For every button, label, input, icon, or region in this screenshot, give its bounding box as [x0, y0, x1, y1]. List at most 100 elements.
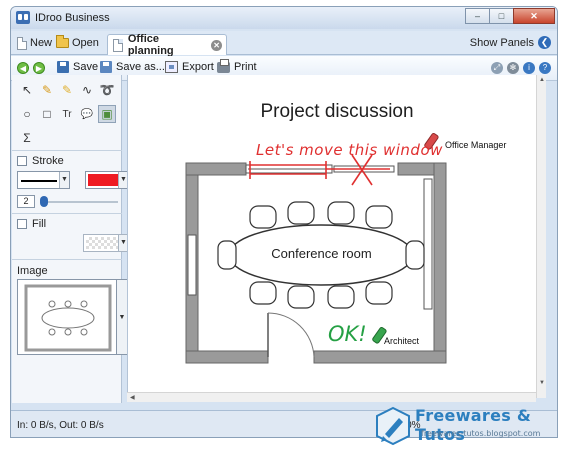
divider — [12, 259, 122, 260]
horizontal-scrollbar[interactable]: ◀ — [127, 392, 536, 402]
printer-icon — [217, 58, 230, 73]
floor-plan-drawing — [185, 133, 447, 364]
tab-office-planning[interactable]: Office planning ✕ — [107, 33, 227, 57]
print-button[interactable]: Print — [217, 58, 257, 73]
close-button[interactable]: ✕ — [513, 8, 555, 24]
divider — [12, 213, 122, 214]
fullscreen-icon[interactable]: ⤢ — [491, 62, 503, 74]
info-icon[interactable]: i — [523, 62, 535, 74]
stroke-color-select[interactable]: ▼ — [85, 171, 129, 189]
highlighter-tool-icon[interactable]: ✎ — [58, 81, 76, 99]
open-button[interactable]: Open — [56, 35, 99, 51]
folder-icon — [56, 35, 69, 48]
line-style-select[interactable]: ▼ — [17, 171, 70, 189]
chair — [287, 285, 315, 309]
green-note: OK! — [328, 322, 367, 346]
show-panels-label: Show Panels — [469, 36, 534, 49]
print-label: Print — [234, 61, 257, 73]
forward-icon[interactable]: ▶ — [33, 62, 45, 74]
save-as-button[interactable]: Save as... — [100, 61, 165, 73]
scroll-down-icon[interactable]: ▼ — [537, 380, 547, 386]
window-title: IDroo Business — [35, 12, 110, 24]
spiral-tool-icon[interactable]: ➰ — [98, 81, 116, 99]
pencil-tool-icon[interactable]: ✎ — [38, 81, 56, 99]
chair — [365, 281, 393, 305]
save-as-label: Save as... — [116, 61, 165, 73]
fill-color-select[interactable]: ▼ — [83, 234, 129, 252]
new-label: New — [30, 37, 53, 49]
document-icon — [113, 38, 123, 52]
divider — [12, 150, 122, 151]
window-controls: – □ ✕ — [465, 8, 555, 24]
chair — [327, 201, 355, 225]
office-manager-tag: Office Manager — [445, 140, 507, 150]
stroke-toggle[interactable]: Stroke — [17, 155, 64, 167]
tab-close-icon[interactable]: ✕ — [211, 39, 222, 51]
callout-tool-icon[interactable]: 💬 — [78, 105, 96, 123]
image-tool-icon[interactable]: ▣ — [98, 105, 116, 123]
new-button[interactable]: New — [17, 35, 52, 51]
save-button[interactable]: Save — [57, 61, 98, 73]
export-button[interactable]: Export — [165, 61, 214, 73]
watermark: Freewares & Tutos freewares-tutos.blogsp… — [373, 404, 573, 448]
fill-checkbox[interactable] — [17, 219, 27, 229]
stroke-checkbox[interactable] — [17, 156, 27, 166]
export-icon — [165, 61, 178, 73]
formula-tool-icon[interactable]: Σ — [18, 129, 36, 147]
stroke-label: Stroke — [32, 155, 64, 167]
wall-bottom-left — [185, 350, 269, 364]
fill-label: Fill — [32, 218, 47, 230]
rectangle-tool-icon[interactable]: □ — [38, 105, 56, 123]
tools-panel: ↖ ✎ ✎ ∿ ➰ ○ □ Tr 💬 ▣ Σ Stroke ▼ ▼ 2 Fill… — [12, 75, 129, 403]
window-right — [423, 178, 433, 310]
chevron-down-icon: ▼ — [59, 172, 69, 188]
chair — [327, 285, 355, 309]
image-preview[interactable] — [17, 279, 117, 355]
connector-tool-icon[interactable]: ∿ — [78, 81, 96, 99]
chair — [249, 281, 277, 305]
settings-icon[interactable]: ✻ — [507, 62, 519, 74]
back-icon[interactable]: ◀ — [17, 62, 29, 74]
tab-label: Office planning — [127, 33, 174, 57]
show-panels-button[interactable]: Show Panels ❮ — [470, 36, 551, 49]
help-icon[interactable]: ? — [539, 62, 551, 74]
export-label: Export — [182, 61, 214, 73]
door-swing — [267, 312, 315, 358]
stroke-width-input[interactable]: 2 — [17, 195, 35, 208]
vertical-scrollbar[interactable]: ▲ ▼ — [536, 75, 546, 398]
tab-bar: New Open Office planning ✕ Show Panels ❮ — [11, 31, 557, 57]
title-bar: IDroo Business – □ ✕ — [11, 7, 557, 29]
save-icon — [57, 61, 69, 73]
room-label: Conference room — [271, 246, 372, 261]
toolbar-right-icons: ⤢ ✻ i ? — [491, 62, 551, 74]
stroke-width-slider[interactable] — [40, 201, 118, 203]
watermark-url: freewares-tutos.blogspot.com — [421, 429, 541, 438]
chair — [249, 205, 277, 229]
scroll-left-icon[interactable]: ◀ — [130, 394, 135, 401]
whiteboard-canvas[interactable]: Project discussion Conference room Let's… — [127, 75, 545, 398]
red-note: Let's move this window — [256, 141, 443, 159]
text-tool-icon[interactable]: Tr — [58, 105, 76, 123]
maximize-button[interactable]: □ — [489, 8, 514, 24]
architect-tag: Architect — [384, 336, 420, 346]
slider-handle[interactable] — [40, 196, 48, 207]
ellipse-tool-icon[interactable]: ○ — [18, 105, 36, 123]
watermark-title: Freewares & Tutos — [415, 406, 532, 444]
arrow-left-icon: ❮ — [538, 36, 551, 49]
canvas-title: Project discussion — [260, 101, 414, 122]
wall-bottom-right — [313, 350, 447, 364]
image-label: Image — [17, 265, 48, 277]
save-label: Save — [73, 61, 99, 73]
transfer-status: In: 0 B/s, Out: 0 B/s — [17, 420, 104, 431]
wall-top-left — [185, 162, 247, 176]
fill-toggle[interactable]: Fill — [17, 218, 46, 230]
open-label: Open — [72, 37, 99, 49]
pointer-tool-icon[interactable]: ↖ — [18, 81, 36, 99]
floor-plan-thumbnail — [24, 284, 112, 352]
window-left — [187, 234, 197, 296]
wall-right — [433, 162, 447, 364]
app-logo-icon — [16, 11, 30, 24]
minimize-button[interactable]: – — [465, 8, 490, 24]
scroll-up-icon[interactable]: ▲ — [537, 77, 547, 83]
new-document-icon — [17, 36, 27, 50]
